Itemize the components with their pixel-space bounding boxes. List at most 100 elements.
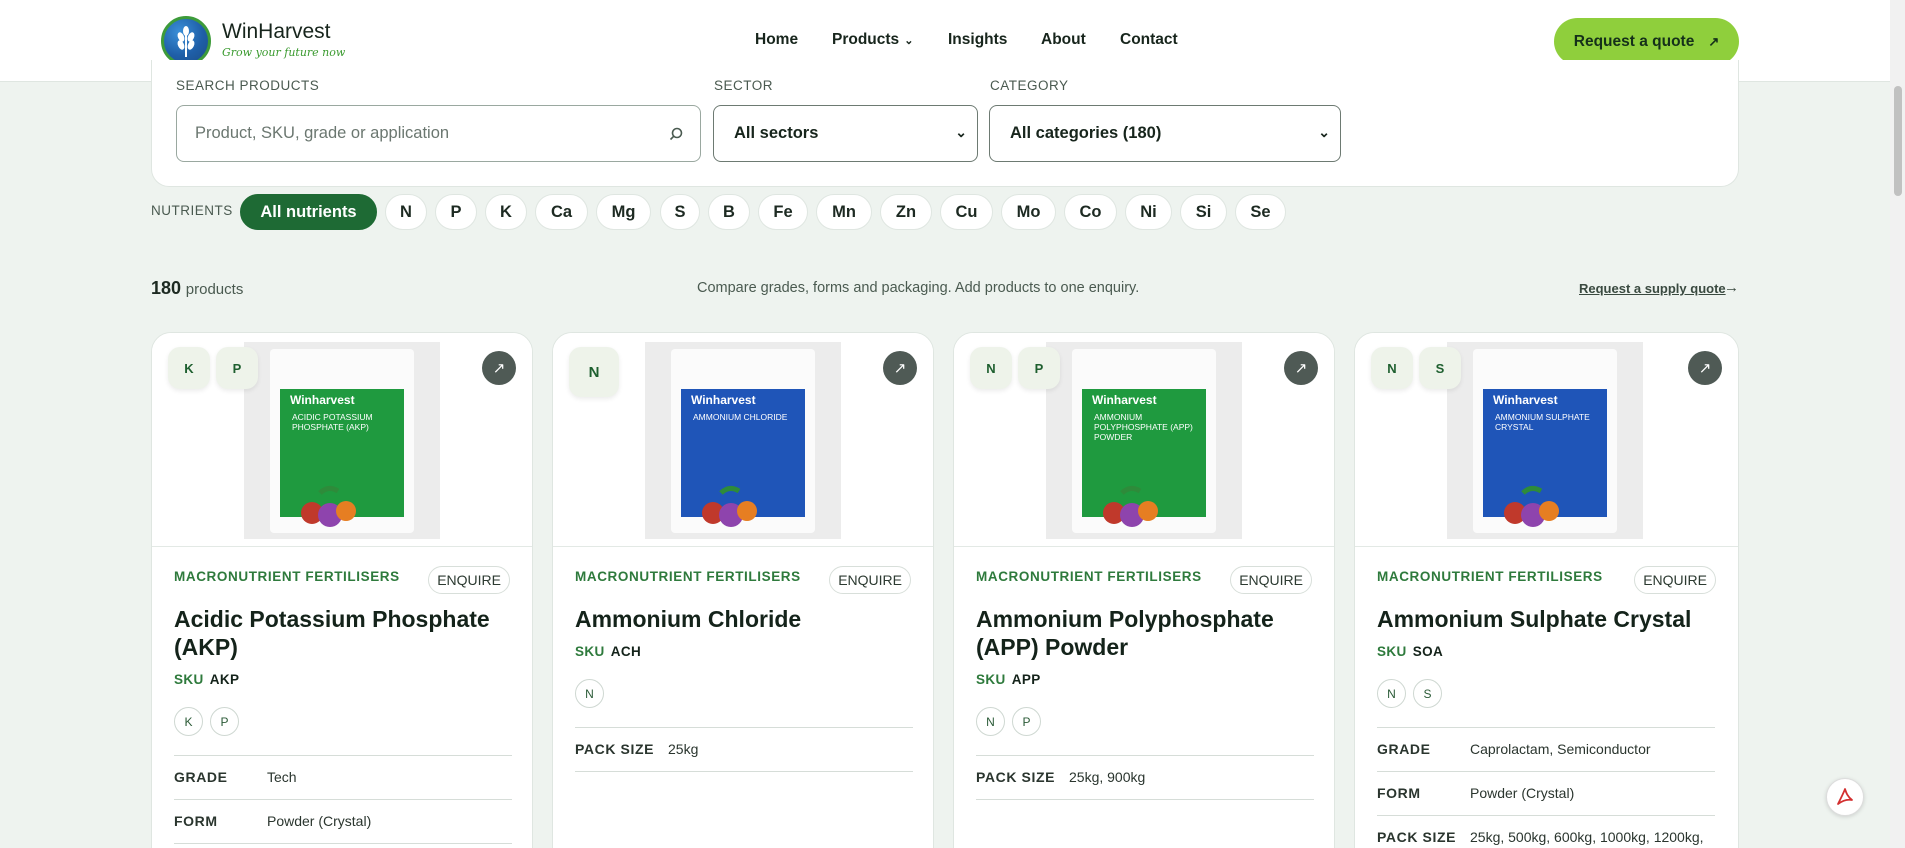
request-quote-button[interactable]: Request a quote ↗ <box>1554 18 1739 65</box>
spec-key: PACK SIZE <box>1377 829 1457 845</box>
product-card[interactable]: Winharvest ACIDIC POTASSIUM PHOSPHATE (A… <box>151 332 533 848</box>
sku-label: SKU <box>1377 644 1407 659</box>
request-supply-quote-link[interactable]: Request a supply quote <box>1579 281 1726 296</box>
spec-row: PACK SIZE 25kg, 500kg, 600kg, 1000kg, 120… <box>1377 815 1715 848</box>
spec-divider <box>174 843 512 848</box>
chip-si[interactable]: Si <box>1180 194 1227 230</box>
brand-tagline: Grow your future now <box>222 46 346 59</box>
product-image[interactable]: Winharvest AMMONIUM POLYPHOSPHATE (APP) … <box>954 333 1334 547</box>
vegetables-icon <box>1103 485 1158 527</box>
chip-zn[interactable]: Zn <box>880 194 932 230</box>
sku-label: SKU <box>174 672 204 687</box>
chip-mo[interactable]: Mo <box>1001 194 1056 230</box>
nutrient-tag-s: S <box>1419 347 1461 389</box>
expand-icon[interactable]: ↗ <box>1688 351 1722 385</box>
nutrient-badge: N <box>575 679 604 708</box>
pdf-button[interactable] <box>1826 778 1864 816</box>
chip-s[interactable]: S <box>660 194 700 230</box>
wheat-icon <box>177 26 195 57</box>
chip-k[interactable]: K <box>485 194 527 230</box>
sector-label: SECTOR <box>714 78 774 93</box>
spec-key: GRADE <box>174 769 228 785</box>
nutrient-tag-k: K <box>168 347 210 389</box>
spec-row: FORM Powder (Crystal) <box>1377 771 1715 815</box>
nav-about[interactable]: About <box>1041 31 1086 49</box>
enquire-button[interactable]: ENQUIRE <box>829 566 911 594</box>
chevron-down-icon: ⌄ <box>904 35 914 47</box>
chip-cu[interactable]: Cu <box>940 194 993 230</box>
nav-contact[interactable]: Contact <box>1120 31 1178 49</box>
nutrient-tag-p: P <box>1018 347 1060 389</box>
product-title[interactable]: Acidic Potassium Phosphate (AKP) <box>174 605 514 661</box>
chip-n[interactable]: N <box>385 194 427 230</box>
nav-home[interactable]: Home <box>755 31 798 49</box>
search-input[interactable]: Product, SKU, grade or application <box>176 105 701 162</box>
compare-hint: Compare grades, forms and packaging. Add… <box>697 280 1140 296</box>
chip-co[interactable]: Co <box>1064 194 1117 230</box>
scrollbar-thumb[interactable] <box>1894 86 1902 196</box>
product-image[interactable]: Winharvest AMMONIUM CHLORIDE N ↗ <box>553 333 933 547</box>
chip-b[interactable]: B <box>708 194 750 230</box>
chip-fe[interactable]: Fe <box>758 194 808 230</box>
bag-brand: Winharvest <box>1493 393 1558 407</box>
product-image[interactable]: Winharvest AMMONIUM SULPHATE CRYSTAL N S… <box>1355 333 1738 547</box>
nav-products[interactable]: Products ⌄ <box>832 31 913 49</box>
chip-ca[interactable]: Ca <box>535 194 588 230</box>
chip-se[interactable]: Se <box>1235 194 1286 230</box>
spec-key: PACK SIZE <box>575 741 655 757</box>
product-title[interactable]: Ammonium Sulphate Crystal <box>1377 605 1717 633</box>
product-image[interactable]: Winharvest ACIDIC POTASSIUM PHOSPHATE (A… <box>152 333 532 547</box>
spec-value: Tech <box>267 769 297 785</box>
enquire-button[interactable]: ENQUIRE <box>1634 566 1716 594</box>
product-sku: SKU AKP <box>174 672 239 687</box>
spec-row: PACK SIZE 25kg, 900kg <box>976 755 1314 799</box>
product-card[interactable]: Winharvest AMMONIUM CHLORIDE N ↗ MACRONU… <box>552 332 934 848</box>
sku-value: AKP <box>209 672 240 687</box>
bag-brand: Winharvest <box>290 393 355 407</box>
nav-insights[interactable]: Insights <box>948 31 1007 49</box>
brand-logo[interactable] <box>161 16 211 66</box>
expand-icon[interactable]: ↗ <box>1284 351 1318 385</box>
bag-brand: Winharvest <box>1092 393 1157 407</box>
spec-row: FORM Powder (Crystal) <box>174 799 512 843</box>
search-placeholder: Product, SKU, grade or application <box>195 124 450 142</box>
brand-name[interactable]: WinHarvest <box>222 20 331 44</box>
spec-value: 25kg, 500kg, 600kg, 1000kg, 1200kg, <box>1470 829 1704 845</box>
category-select[interactable]: All categories (180) ⌄ <box>989 105 1341 162</box>
spec-row: PACK SIZE 25kg <box>575 727 913 771</box>
sector-select[interactable]: All sectors ⌄ <box>713 105 978 162</box>
vegetables-icon <box>1504 485 1559 527</box>
chip-ni[interactable]: Ni <box>1125 194 1172 230</box>
arrow-right-icon[interactable]: → <box>1724 279 1739 296</box>
sku-label: SKU <box>575 644 605 659</box>
bag-name: AMMONIUM POLYPHOSPHATE (APP) POWDER <box>1094 412 1193 442</box>
spec-key: FORM <box>174 813 218 829</box>
spec-value: 25kg <box>668 741 699 757</box>
expand-icon[interactable]: ↗ <box>482 351 516 385</box>
request-quote-label: Request a quote <box>1573 32 1695 50</box>
bag-name: AMMONIUM CHLORIDE <box>693 412 788 422</box>
chip-mg[interactable]: Mg <box>596 194 651 230</box>
nutrient-badge: N <box>976 707 1005 736</box>
category-label: CATEGORY <box>990 78 1069 93</box>
bag-name: AMMONIUM SULPHATE CRYSTAL <box>1495 412 1590 432</box>
enquire-button[interactable]: ENQUIRE <box>1230 566 1312 594</box>
chip-mn[interactable]: Mn <box>816 194 872 230</box>
product-category: MACRONUTRIENT FERTILISERS <box>976 569 1202 584</box>
search-icon[interactable] <box>668 126 684 142</box>
nutrient-badge: K <box>174 707 203 736</box>
product-card[interactable]: Winharvest AMMONIUM POLYPHOSPHATE (APP) … <box>953 332 1335 848</box>
nutrient-tag-n: N <box>1371 347 1413 389</box>
chip-p[interactable]: P <box>435 194 477 230</box>
enquire-button[interactable]: ENQUIRE <box>428 566 510 594</box>
expand-icon[interactable]: ↗ <box>883 351 917 385</box>
product-title[interactable]: Ammonium Polyphosphate (APP) Powder <box>976 605 1316 661</box>
product-title[interactable]: Ammonium Chloride <box>575 605 915 633</box>
bag-name: ACIDIC POTASSIUM PHOSPHATE (AKP) <box>292 412 373 432</box>
spec-key: PACK SIZE <box>976 769 1056 785</box>
chip-all-nutrients[interactable]: All nutrients <box>240 194 377 230</box>
product-card[interactable]: Winharvest AMMONIUM SULPHATE CRYSTAL N S… <box>1354 332 1739 848</box>
spec-key: FORM <box>1377 785 1421 801</box>
page-scrollbar[interactable] <box>1890 0 1905 848</box>
spec-key: GRADE <box>1377 741 1431 757</box>
